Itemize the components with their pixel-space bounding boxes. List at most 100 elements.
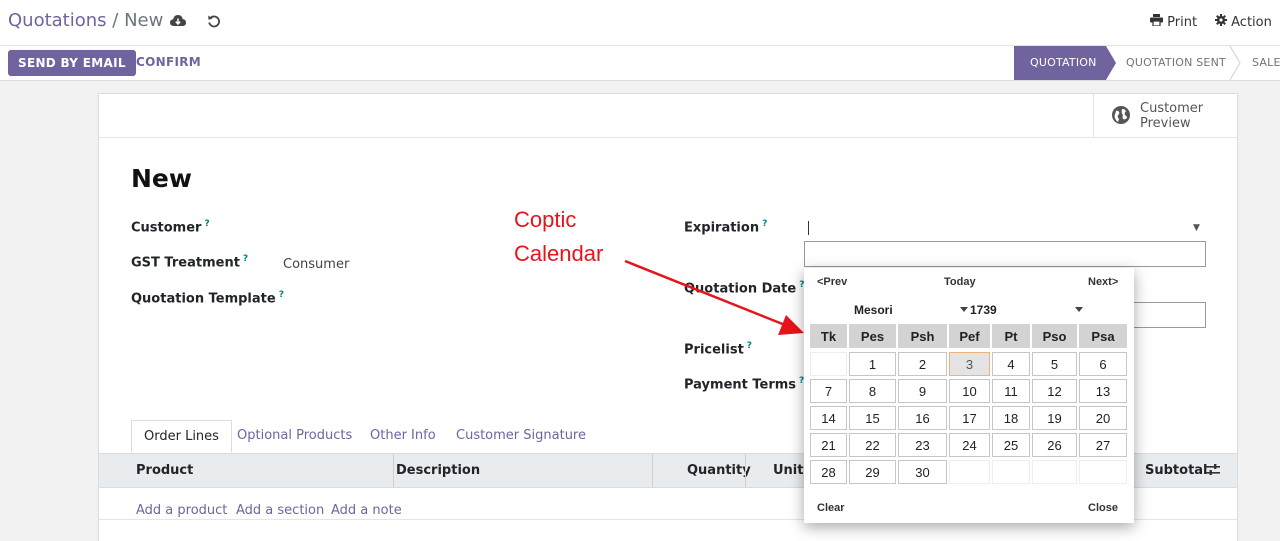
next-month-button[interactable]: Next> — [1088, 276, 1118, 288]
day-cell[interactable]: 15 — [849, 406, 896, 430]
close-button[interactable]: Close — [1088, 502, 1118, 514]
year-select[interactable]: 1739 — [970, 303, 997, 317]
stage-quotation[interactable]: QUOTATION — [1014, 46, 1106, 80]
tab-customer-signature[interactable]: Customer Signature — [456, 420, 586, 453]
empty-day-cell — [1032, 460, 1077, 484]
column-subtotal[interactable]: Subtotal — [1145, 463, 1208, 478]
weekday-header: Psh — [898, 324, 947, 348]
customer-preview-label: Customer Preview — [1140, 101, 1204, 131]
day-cell[interactable]: 2 — [898, 352, 947, 376]
gst-treatment-label: GST Treatment? — [131, 254, 249, 271]
day-cell[interactable]: 20 — [1079, 406, 1127, 430]
confirm-button[interactable]: CONFIRM — [136, 55, 201, 69]
customer-field-label: Customer? — [131, 219, 210, 236]
help-tooltip-icon[interactable]: ? — [243, 254, 248, 264]
column-quantity[interactable]: Quantity — [687, 463, 751, 478]
breadcrumb-current: New — [124, 10, 164, 31]
day-cell[interactable]: 24 — [949, 433, 990, 457]
day-cell[interactable]: 29 — [849, 460, 896, 484]
tab-order-lines[interactable]: Order Lines — [131, 420, 232, 453]
weekday-header: Pt — [992, 324, 1030, 348]
status-bar: SEND BY EMAIL CONFIRM QUOTATION QUOTATIO… — [0, 46, 1280, 81]
stage-sale[interactable]: SALE — [1240, 46, 1280, 80]
day-cell[interactable]: 21 — [810, 433, 847, 457]
top-bar: Quotations / New Print Action — [0, 0, 1280, 46]
add-section-link[interactable]: Add a section — [236, 503, 324, 518]
day-cell[interactable]: 22 — [849, 433, 896, 457]
stage-quotation-sent[interactable]: QUOTATION SENT — [1110, 46, 1240, 80]
help-tooltip-icon[interactable]: ? — [204, 219, 209, 229]
record-title: New — [131, 164, 192, 193]
pricelist-label: Pricelist? — [684, 341, 753, 358]
day-cell[interactable]: 6 — [1079, 352, 1127, 376]
breadcrumb-parent[interactable]: Quotations — [8, 10, 107, 31]
optional-columns-icon[interactable] — [1206, 463, 1220, 481]
send-by-email-button[interactable]: SEND BY EMAIL — [8, 50, 136, 76]
day-cell[interactable]: 27 — [1079, 433, 1127, 457]
day-cell[interactable]: 5 — [1032, 352, 1077, 376]
day-cell[interactable]: 14 — [810, 406, 847, 430]
day-cell[interactable]: 3 — [949, 352, 990, 376]
day-cell[interactable]: 23 — [898, 433, 947, 457]
action-button[interactable]: Action — [1215, 14, 1272, 30]
column-product[interactable]: Product — [136, 463, 193, 478]
weekday-header: Pef — [949, 324, 990, 348]
day-cell[interactable]: 17 — [949, 406, 990, 430]
save-cloud-icon[interactable] — [168, 13, 188, 33]
annotation-text-line2: Calendar — [514, 241, 604, 266]
day-cell[interactable]: 25 — [992, 433, 1030, 457]
tab-other-info[interactable]: Other Info — [370, 420, 436, 453]
empty-day-cell — [992, 460, 1030, 484]
help-tooltip-icon[interactable]: ? — [747, 341, 752, 351]
clear-button[interactable]: Clear — [817, 502, 845, 514]
prev-month-button[interactable]: <Prev — [817, 276, 847, 288]
day-cell[interactable]: 1 — [849, 352, 896, 376]
month-select[interactable]: Mesori — [854, 303, 893, 317]
chevron-down-icon: ▼ — [1193, 223, 1200, 233]
day-cell[interactable]: 26 — [1032, 433, 1077, 457]
weekday-header: Pso — [1032, 324, 1077, 348]
breadcrumb-separator: / — [112, 10, 119, 31]
day-cell[interactable]: 8 — [849, 379, 896, 403]
add-product-link[interactable]: Add a product — [136, 503, 227, 518]
day-cell[interactable]: 30 — [898, 460, 947, 484]
day-cell[interactable]: 10 — [949, 379, 990, 403]
day-cell[interactable]: 7 — [810, 379, 847, 403]
day-cell[interactable]: 12 — [1032, 379, 1077, 403]
day-cell[interactable]: 11 — [992, 379, 1030, 403]
empty-day-cell — [1079, 460, 1127, 484]
discard-undo-icon[interactable] — [204, 13, 224, 33]
help-tooltip-icon[interactable]: ? — [279, 290, 284, 300]
print-label: Print — [1167, 15, 1198, 30]
day-cell[interactable]: 4 — [992, 352, 1030, 376]
column-description[interactable]: Description — [396, 463, 480, 478]
day-cell[interactable]: 16 — [898, 406, 947, 430]
expiration-select[interactable]: ▼ — [805, 218, 1205, 238]
weekday-header: Pes — [849, 324, 896, 348]
print-button[interactable]: Print — [1150, 14, 1197, 30]
globe-icon — [1112, 106, 1130, 124]
today-button[interactable]: Today — [944, 276, 976, 288]
day-cell[interactable]: 28 — [810, 460, 847, 484]
empty-day-cell — [810, 352, 847, 376]
tab-optional-products[interactable]: Optional Products — [237, 420, 352, 453]
customer-preview-button[interactable]: Customer Preview — [1093, 94, 1237, 138]
weekday-header: Tk — [810, 324, 847, 348]
annotation-text-line1: Coptic — [514, 207, 577, 232]
chevron-down-icon — [960, 307, 968, 312]
breadcrumb: Quotations / New — [8, 10, 163, 31]
chevron-down-icon — [1075, 307, 1083, 312]
day-cell[interactable]: 19 — [1032, 406, 1077, 430]
button-box: Customer Preview — [99, 94, 1237, 138]
add-note-link[interactable]: Add a note — [331, 503, 402, 518]
day-cell[interactable]: 13 — [1079, 379, 1127, 403]
text-cursor — [808, 221, 809, 235]
day-cell[interactable]: 18 — [992, 406, 1030, 430]
print-icon — [1150, 14, 1167, 30]
gst-treatment-field[interactable]: Consumer — [283, 257, 349, 272]
gear-icon — [1215, 14, 1231, 30]
expiration-date-input[interactable] — [804, 241, 1206, 267]
help-tooltip-icon[interactable]: ? — [762, 219, 767, 229]
quotation-date-input[interactable] — [1129, 302, 1206, 328]
day-cell[interactable]: 9 — [898, 379, 947, 403]
